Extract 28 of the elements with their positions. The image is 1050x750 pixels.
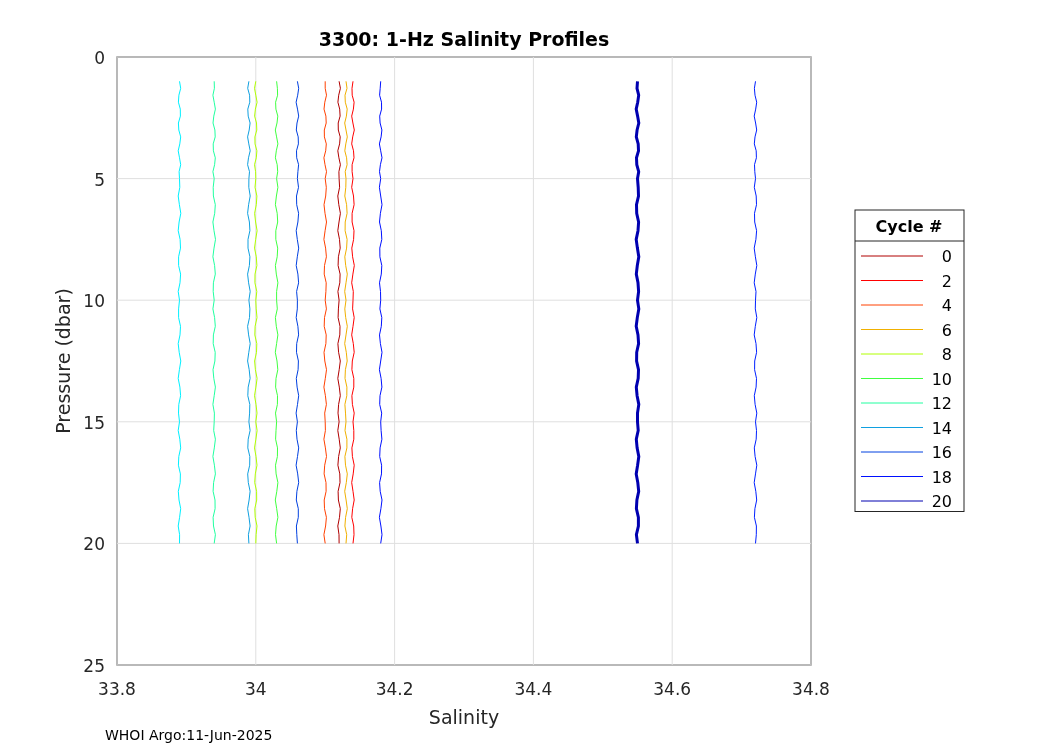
x-tick-label: 34.4	[514, 679, 553, 699]
x-tick-label: 34	[245, 679, 267, 699]
legend-label: 8	[941, 345, 952, 364]
chart-title: 3300: 1-Hz Salinity Profiles	[318, 28, 610, 50]
x-tick-label: 34.8	[792, 679, 830, 699]
y-tick-label: 10	[83, 291, 105, 312]
y-tick-label: 5	[94, 169, 105, 190]
y-tick-label: 0	[94, 48, 105, 68]
y-axis-label: Pressure (dbar)	[52, 288, 74, 434]
x-tick-label: 34.2	[375, 679, 414, 699]
legend-label: 16	[931, 443, 952, 462]
x-tick-label: 33.8	[98, 679, 136, 699]
y-tick-label: 20	[83, 534, 105, 555]
legend-title: Cycle #	[875, 217, 943, 236]
y-tick-label: 15	[83, 412, 105, 433]
legend-label: 4	[941, 296, 952, 315]
y-tick-label: 25	[83, 656, 105, 676]
legend-label: 0	[941, 247, 952, 266]
x-axis-label: Salinity	[428, 706, 500, 728]
legend-label: 18	[931, 467, 952, 487]
legend-label: 20	[931, 492, 952, 511]
legend-label: 14	[931, 418, 952, 438]
legend-label: 6	[941, 320, 952, 340]
legend-label: 2	[941, 271, 952, 291]
x-tick-label: 34.6	[653, 679, 692, 699]
legend-label: 12	[931, 394, 952, 413]
footer-text: WHOI Argo:11-Jun-2025	[105, 727, 273, 743]
legend-label: 10	[931, 369, 952, 389]
